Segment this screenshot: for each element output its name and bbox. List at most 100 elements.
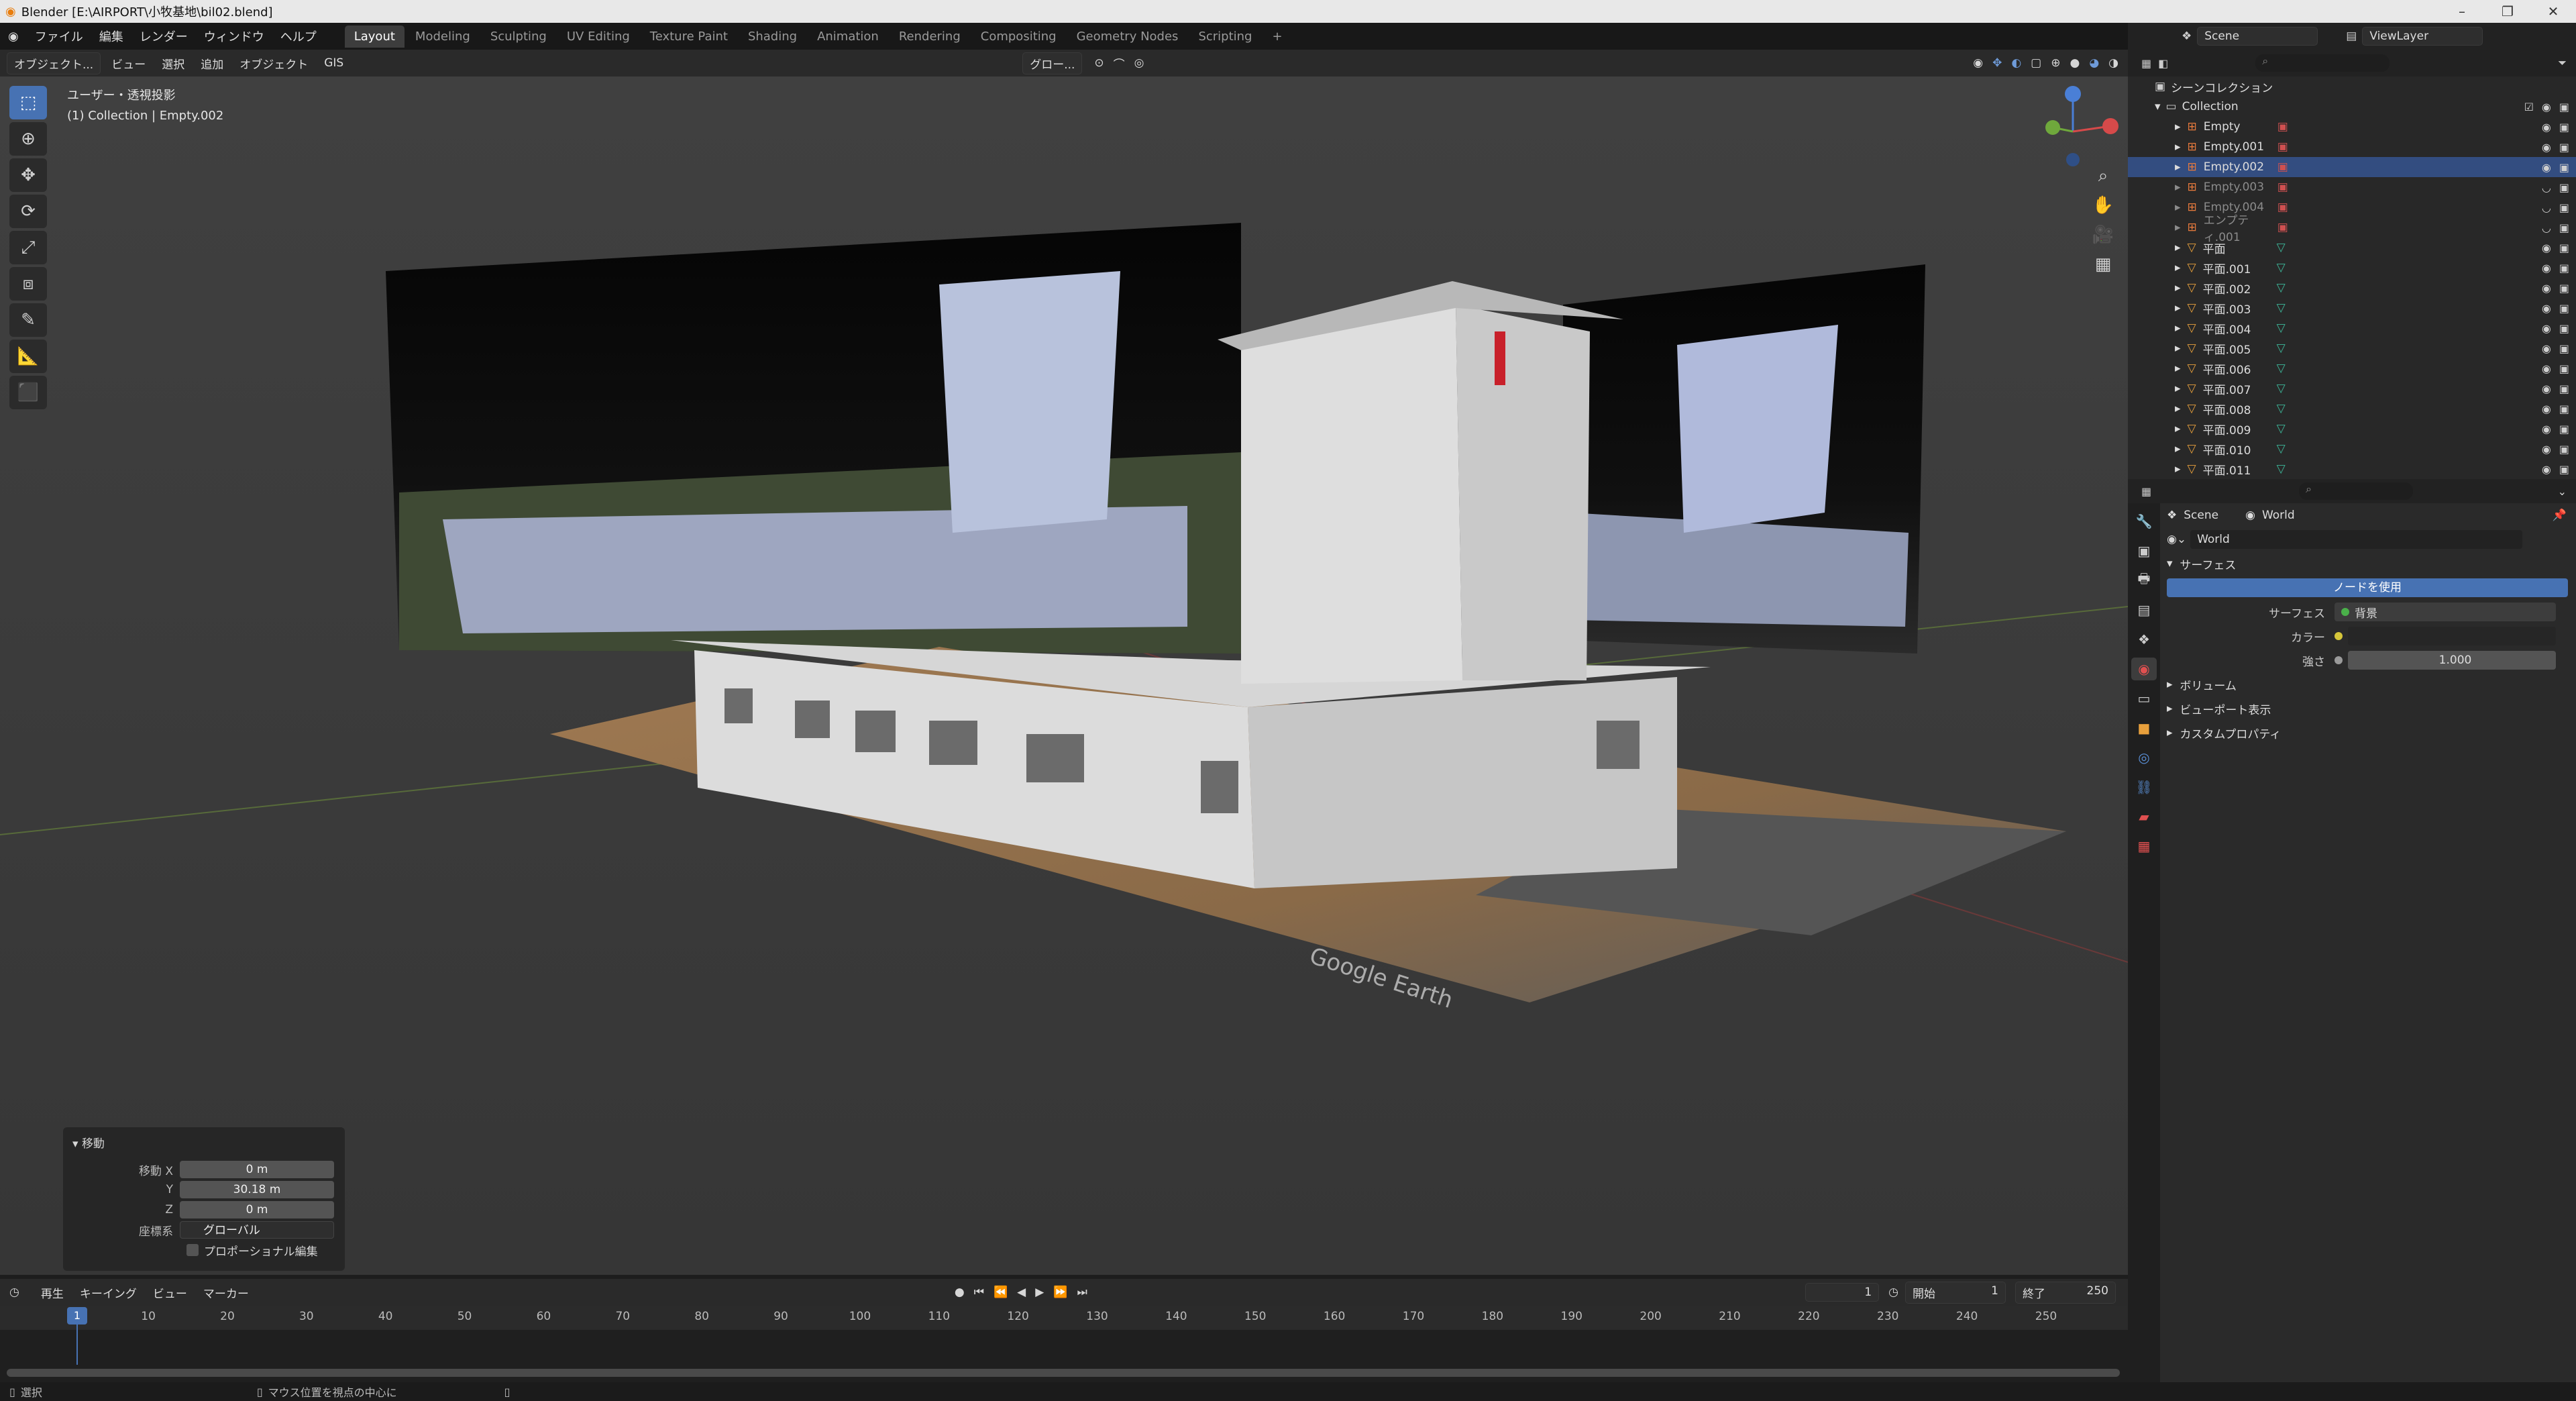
- expand-arrow-icon[interactable]: ▸: [2175, 221, 2181, 234]
- eye-icon[interactable]: ◉: [2542, 282, 2551, 295]
- eye-icon[interactable]: ◉: [2542, 443, 2551, 456]
- close-button[interactable]: ✕: [2530, 3, 2576, 19]
- outliner-item[interactable]: ▸ ▽ 平面.006 ▽ ◉ ▣: [2128, 358, 2576, 378]
- expand-arrow-icon[interactable]: ▸: [2175, 261, 2181, 274]
- blender-menu-icon[interactable]: ◉: [0, 30, 27, 44]
- next-keyframe-icon[interactable]: ⏩: [1053, 1286, 1067, 1299]
- menu-edit[interactable]: 編集: [91, 28, 131, 45]
- prev-keyframe-icon[interactable]: ⏪: [994, 1286, 1008, 1299]
- world-datablock-icon[interactable]: ◉⌄: [2167, 533, 2186, 546]
- expand-arrow-icon[interactable]: ▸: [2175, 321, 2181, 335]
- camera-view-icon[interactable]: 🎥: [2085, 220, 2121, 250]
- menu-file[interactable]: ファイル: [27, 28, 91, 45]
- outliner-item[interactable]: ▸ ⊞ エンプティ.001 ▣ ◡ ▣: [2128, 214, 2576, 244]
- outliner-item[interactable]: ▸ ▽ 平面.010 ▽ ◉ ▣: [2128, 439, 2576, 459]
- move-x-field[interactable]: 0 m: [180, 1161, 334, 1178]
- scale-tool[interactable]: ⤢: [9, 231, 47, 264]
- eye-icon[interactable]: ◉: [2542, 322, 2551, 335]
- minimize-button[interactable]: –: [2439, 3, 2485, 19]
- expand-arrow-icon[interactable]: ▸: [2175, 140, 2181, 154]
- eye-icon[interactable]: ◉: [2542, 302, 2551, 315]
- operator-title[interactable]: ▾ 移動: [72, 1134, 335, 1151]
- timeline-ruler[interactable]: 1102030405060708090100110120130140150160…: [0, 1306, 2128, 1330]
- menu-help[interactable]: ヘルプ: [272, 28, 325, 45]
- play-icon[interactable]: ▶: [1035, 1286, 1044, 1299]
- current-frame-field[interactable]: 1: [1805, 1283, 1880, 1302]
- menu-keying[interactable]: キーイング: [72, 1284, 145, 1301]
- expand-arrow-icon[interactable]: ▸: [2175, 281, 2181, 295]
- transform-tool[interactable]: ⧈: [9, 267, 47, 301]
- rotate-tool[interactable]: ⟳: [9, 195, 47, 228]
- camera-icon[interactable]: ▣: [2559, 362, 2569, 375]
- outliner-item[interactable]: ▸ ▽ 平面.004 ▽ ◉ ▣: [2128, 318, 2576, 338]
- expand-arrow-icon[interactable]: ▸: [2175, 120, 2181, 134]
- outliner-item[interactable]: ▸ ▽ 平面.008 ▽ ◉ ▣: [2128, 399, 2576, 419]
- camera-icon[interactable]: ▣: [2559, 463, 2569, 476]
- ortho-grid-icon[interactable]: ▦: [2085, 250, 2121, 279]
- mesh-data-icon[interactable]: ▽: [2277, 422, 2286, 435]
- image-empty-icon[interactable]: ▣: [2277, 201, 2288, 214]
- tool-tab-icon[interactable]: 🔧: [2131, 510, 2157, 533]
- move-y-field[interactable]: 30.18 m: [180, 1181, 334, 1198]
- workspace-tab-layout[interactable]: Layout: [344, 25, 405, 48]
- annotate-tool[interactable]: ✎: [9, 303, 47, 337]
- visibility-icon[interactable]: ◉: [1973, 56, 1983, 70]
- menu-window[interactable]: ウィンドウ: [196, 28, 272, 45]
- pin-icon[interactable]: 📌: [2553, 509, 2567, 522]
- camera-icon[interactable]: ▣: [2559, 322, 2569, 335]
- image-empty-icon[interactable]: ▣: [2277, 180, 2288, 194]
- mesh-data-icon[interactable]: ▽: [2277, 462, 2286, 476]
- scene-tab-icon[interactable]: ❖: [2131, 628, 2157, 651]
- timeline-scrollbar[interactable]: [7, 1369, 2120, 1377]
- rendered-shading-icon[interactable]: ◑: [2108, 56, 2118, 70]
- expand-arrow-icon[interactable]: ▸: [2175, 241, 2181, 254]
- expand-arrow-icon[interactable]: ▸: [2175, 160, 2181, 174]
- mesh-data-icon[interactable]: ▽: [2277, 281, 2286, 295]
- menu-marker[interactable]: マーカー: [195, 1284, 257, 1301]
- outliner-search-input[interactable]: ⌕: [2255, 54, 2390, 72]
- scene-selector[interactable]: Scene: [2197, 27, 2318, 46]
- material-shading-icon[interactable]: ◕: [2089, 56, 2099, 70]
- menu-add[interactable]: 追加: [193, 55, 231, 72]
- wireframe-shading-icon[interactable]: ⊕: [2051, 56, 2060, 70]
- expand-arrow-icon[interactable]: ▸: [2175, 382, 2181, 395]
- expand-arrow-icon[interactable]: ▸: [2175, 180, 2181, 194]
- outliner-item[interactable]: ▸ ⊞ Empty.004 ▣ ◡ ▣: [2128, 197, 2576, 217]
- collapse-arrow-icon[interactable]: ▾: [2155, 100, 2161, 113]
- strength-field[interactable]: 1.000: [2348, 651, 2556, 670]
- mode-selector[interactable]: オブジェクト...: [7, 52, 101, 74]
- camera-icon[interactable]: ▣: [2559, 403, 2569, 415]
- expand-arrow-icon[interactable]: ▸: [2175, 201, 2181, 214]
- eye-icon[interactable]: ◉: [2542, 161, 2551, 174]
- collection-tab-icon[interactable]: ▭: [2131, 687, 2157, 710]
- eye-icon[interactable]: ◉: [2542, 141, 2551, 154]
- camera-icon[interactable]: ▣: [2559, 262, 2569, 274]
- eye-icon[interactable]: ◉: [2542, 262, 2551, 274]
- eye-icon[interactable]: ◉: [2542, 121, 2551, 134]
- play-reverse-icon[interactable]: ◀: [1017, 1286, 1026, 1299]
- eye-icon[interactable]: ◉: [2542, 463, 2551, 476]
- expand-arrow-icon[interactable]: ▸: [2175, 342, 2181, 355]
- proportional-checkbox[interactable]: [186, 1244, 199, 1256]
- editor-type-icon[interactable]: ▦: [2141, 57, 2151, 70]
- object-tab-icon[interactable]: ■: [2131, 717, 2157, 739]
- viewport-display-section-header[interactable]: ▸ ビューポート表示: [2160, 696, 2576, 721]
- pivot-icon[interactable]: ⊙: [1094, 56, 1104, 70]
- xray-icon[interactable]: ▢: [2031, 56, 2041, 70]
- expand-arrow-icon[interactable]: ▸: [2175, 422, 2181, 435]
- expand-arrow-icon[interactable]: ▸: [2175, 301, 2181, 315]
- outliner-item[interactable]: ▸ ▽ 平面.005 ▽ ◉ ▣: [2128, 338, 2576, 358]
- outliner-item[interactable]: ▸ ▽ 平面 ▽ ◉ ▣: [2128, 238, 2576, 258]
- jump-end-icon[interactable]: ⏭: [1077, 1286, 1087, 1299]
- workspace-tab-compositing[interactable]: Compositing: [971, 25, 1066, 48]
- mesh-data-icon[interactable]: ▽: [2277, 261, 2286, 274]
- mesh-data-icon[interactable]: ▽: [2277, 321, 2286, 335]
- color-swatch[interactable]: [2348, 627, 2556, 645]
- camera-icon[interactable]: ▣: [2559, 242, 2569, 254]
- outliner-item[interactable]: ▸ ▽ 平面.007 ▽ ◉ ▣: [2128, 378, 2576, 399]
- outliner-item[interactable]: ▸ ⊞ Empty.002 ▣ ◉ ▣: [2128, 157, 2576, 177]
- workspace-tab-shading[interactable]: Shading: [739, 25, 806, 48]
- eye-icon[interactable]: ◡: [2542, 181, 2551, 194]
- pan-hand-icon[interactable]: ✋: [2085, 191, 2121, 220]
- playhead[interactable]: 1: [67, 1307, 87, 1325]
